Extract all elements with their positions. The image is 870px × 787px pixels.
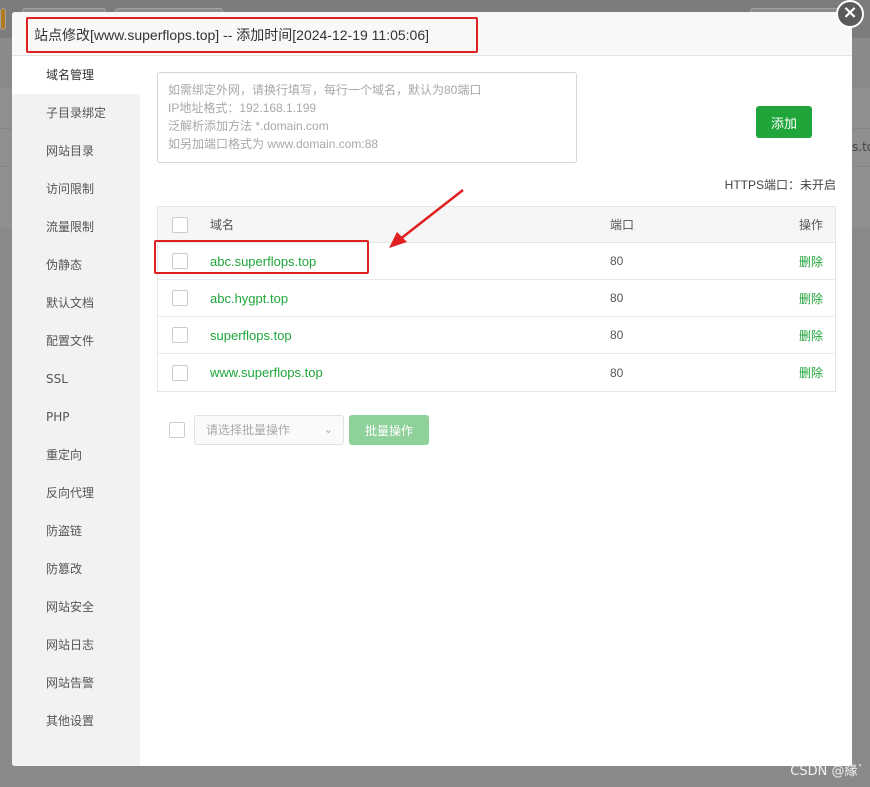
select-all-checkbox[interactable]	[172, 216, 188, 233]
sidebar-item-reverse-proxy[interactable]: 反向代理	[12, 474, 140, 512]
domain-link[interactable]: abc.superflops.top	[210, 243, 316, 279]
add-domain-button[interactable]: 添加	[756, 106, 812, 138]
chevron-down-icon: ⌄	[323, 423, 333, 436]
sidebar-item-config-file[interactable]: 配置文件	[12, 322, 140, 360]
row-checkbox-cell	[172, 243, 188, 279]
delete-link[interactable]: 删除	[799, 243, 823, 279]
close-icon[interactable]: ×	[836, 0, 864, 28]
https-port-status: HTTPS端口：未开启	[724, 178, 836, 192]
port-value: 80	[610, 365, 624, 380]
domain-input[interactable]: 如需绑定外网，请换行填写，每行一个域名，默认为80端口 IP地址格式：192.1…	[157, 72, 577, 163]
sidebar-item-access-restriction[interactable]: 访问限制	[12, 170, 140, 208]
port-value: 80	[610, 328, 624, 342]
background-logo	[0, 8, 6, 30]
site-edit-modal: 站点修改[www.superflops.top] -- 添加时间[2024-12…	[12, 12, 852, 766]
settings-sidebar: 域名管理 子目录绑定 网站目录 访问限制 流量限制 伪静态 默认文档 配置文件 …	[12, 56, 140, 766]
header-operation: 操作	[798, 218, 823, 232]
domain-link[interactable]: www.superflops.top	[210, 354, 323, 391]
sidebar-item-site-alerts[interactable]: 网站告警	[12, 664, 140, 702]
domain-table: 域名 端口 操作 abc.superflops.top 80 删除 abc.hy…	[157, 206, 836, 392]
domain-management-panel: 如需绑定外网，请换行填写，每行一个域名，默认为80端口 IP地址格式：192.1…	[154, 56, 837, 766]
sidebar-item-site-security[interactable]: 网站安全	[12, 588, 140, 626]
row-checkbox-cell	[172, 354, 188, 391]
domain-input-placeholder: 如需绑定外网，请换行填写，每行一个域名，默认为80端口 IP地址格式：192.1…	[168, 81, 481, 153]
header-domain: 域名	[210, 218, 235, 232]
sidebar-item-domain-management[interactable]: 域名管理	[12, 56, 140, 94]
sidebar-item-default-document[interactable]: 默认文档	[12, 284, 140, 322]
sidebar-item-hotlink-protection[interactable]: 防盗链	[12, 512, 140, 550]
batch-operation-button[interactable]: 批量操作	[349, 415, 429, 445]
header-port: 端口	[610, 218, 635, 232]
sidebar-item-site-logs[interactable]: 网站日志	[12, 626, 140, 664]
batch-operation-select[interactable]: 请选择批量操作 ⌄	[194, 415, 344, 445]
table-header-row: 域名 端口 操作	[158, 207, 835, 243]
row-checkbox-cell	[172, 280, 188, 316]
placeholder-line: 泛解析添加方法 *.domain.com	[168, 119, 329, 133]
sidebar-item-other-settings[interactable]: 其他设置	[12, 702, 140, 740]
table-row: www.superflops.top 80 删除	[158, 354, 835, 391]
sidebar-item-tamper-protection[interactable]: 防篡改	[12, 550, 140, 588]
sidebar-item-rewrite[interactable]: 伪静态	[12, 246, 140, 284]
placeholder-line: 如需绑定外网，请换行填写，每行一个域名，默认为80端口	[168, 83, 482, 97]
row-checkbox[interactable]	[172, 364, 188, 381]
port-value: 80	[610, 254, 624, 268]
table-row: abc.hygpt.top 80 删除	[158, 280, 835, 317]
domain-link[interactable]: superflops.top	[210, 317, 292, 353]
row-checkbox[interactable]	[172, 290, 188, 306]
delete-link[interactable]: 删除	[799, 354, 823, 391]
delete-link[interactable]: 删除	[799, 317, 823, 353]
placeholder-line: IP地址格式：192.168.1.199	[168, 101, 317, 115]
modal-header: 站点修改[www.superflops.top] -- 添加时间[2024-12…	[12, 12, 852, 56]
background-text: s.to	[852, 140, 870, 154]
sidebar-item-php[interactable]: PHP	[12, 398, 140, 436]
sidebar-item-traffic-limit[interactable]: 流量限制	[12, 208, 140, 246]
row-checkbox[interactable]	[172, 253, 188, 269]
sidebar-item-ssl[interactable]: SSL	[12, 360, 140, 398]
row-checkbox-cell	[172, 317, 188, 353]
batch-operation-bar: 请选择批量操作 ⌄ 批量操作	[169, 415, 569, 445]
batch-select-checkbox[interactable]	[169, 422, 185, 438]
port-value: 80	[610, 291, 624, 305]
modal-title: 站点修改[www.superflops.top] -- 添加时间[2024-12…	[26, 17, 478, 53]
sidebar-item-subdirectory-binding[interactable]: 子目录绑定	[12, 94, 140, 132]
delete-link[interactable]: 删除	[799, 280, 823, 316]
placeholder-line: 如另加端口格式为 www.domain.com:88	[168, 137, 379, 151]
batch-select-placeholder: 请选择批量操作	[206, 423, 291, 437]
domain-link[interactable]: abc.hygpt.top	[210, 280, 288, 316]
sidebar-item-redirect[interactable]: 重定向	[12, 436, 140, 474]
header-checkbox-cell	[172, 207, 188, 242]
sidebar-item-site-directory[interactable]: 网站目录	[12, 132, 140, 170]
row-checkbox[interactable]	[172, 327, 188, 343]
table-row: superflops.top 80 删除	[158, 317, 835, 354]
table-row: abc.superflops.top 80 删除	[158, 243, 835, 280]
